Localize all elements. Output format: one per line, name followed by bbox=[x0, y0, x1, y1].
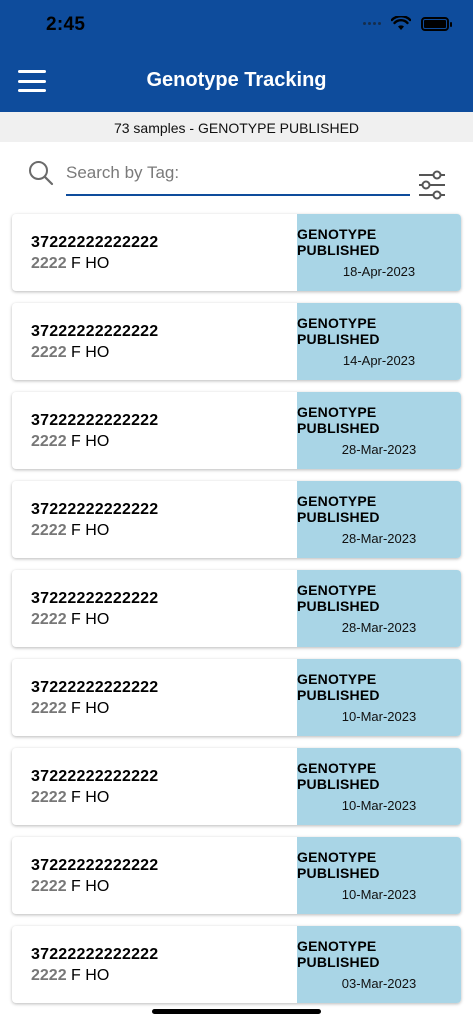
sample-tag: 37222222222222 bbox=[31, 679, 159, 696]
sample-card[interactable]: 37222222222222 2222 F HO GENOTYPE PUBLIS… bbox=[12, 214, 461, 291]
sample-card[interactable]: 37222222222222 2222 F HO GENOTYPE PUBLIS… bbox=[12, 481, 461, 558]
page-title: Genotype Tracking bbox=[146, 69, 327, 91]
sample-details: F HO bbox=[71, 700, 110, 717]
sample-info: 37222222222222 2222 F HO bbox=[12, 659, 297, 736]
sample-details: F HO bbox=[71, 255, 110, 272]
sample-card[interactable]: 37222222222222 2222 F HO GENOTYPE PUBLIS… bbox=[12, 392, 461, 469]
sample-number: 2222 bbox=[31, 611, 67, 628]
status-panel: GENOTYPE PUBLISHED 28-Mar-2023 bbox=[297, 481, 461, 558]
sample-number: 2222 bbox=[31, 255, 67, 272]
sample-number: 2222 bbox=[31, 700, 67, 717]
sample-details: F HO bbox=[71, 611, 110, 628]
status-panel: GENOTYPE PUBLISHED 10-Mar-2023 bbox=[297, 837, 461, 914]
status-panel: GENOTYPE PUBLISHED 28-Mar-2023 bbox=[297, 570, 461, 647]
status-label: GENOTYPE PUBLISHED bbox=[297, 849, 380, 881]
sample-card[interactable]: 37222222222222 2222 F HO GENOTYPE PUBLIS… bbox=[12, 748, 461, 825]
home-indicator bbox=[152, 1009, 321, 1014]
status-icons bbox=[363, 16, 452, 31]
sample-tag: 37222222222222 bbox=[31, 768, 159, 785]
status-date: 28-Mar-2023 bbox=[341, 442, 417, 457]
sample-number: 2222 bbox=[31, 433, 67, 450]
status-date: 10-Mar-2023 bbox=[341, 887, 417, 902]
sample-number: 2222 bbox=[31, 967, 67, 984]
sample-card[interactable]: 37222222222222 2222 F HO GENOTYPE PUBLIS… bbox=[12, 659, 461, 736]
sample-card[interactable]: 37222222222222 2222 F HO GENOTYPE PUBLIS… bbox=[12, 837, 461, 914]
sample-number: 2222 bbox=[31, 522, 67, 539]
status-label: GENOTYPE PUBLISHED bbox=[297, 582, 380, 614]
cellular-icon bbox=[363, 22, 381, 25]
status-date: 28-Mar-2023 bbox=[341, 531, 417, 546]
status-date: 03-Mar-2023 bbox=[341, 976, 417, 991]
search-icon bbox=[29, 161, 54, 186]
sample-details: F HO bbox=[71, 344, 110, 361]
sample-number: 2222 bbox=[31, 878, 67, 895]
sample-tag: 37222222222222 bbox=[31, 501, 159, 518]
status-panel: GENOTYPE PUBLISHED 28-Mar-2023 bbox=[297, 392, 461, 469]
sample-tag: 37222222222222 bbox=[31, 590, 159, 607]
status-panel: GENOTYPE PUBLISHED 03-Mar-2023 bbox=[297, 926, 461, 1003]
sample-tag: 37222222222222 bbox=[31, 323, 159, 340]
sample-subline: 2222 F HO bbox=[31, 967, 297, 985]
sample-count-summary: 73 samples - GENOTYPE PUBLISHED bbox=[0, 112, 473, 142]
sample-tag: 37222222222222 bbox=[31, 412, 159, 429]
status-label: GENOTYPE PUBLISHED bbox=[297, 404, 380, 436]
status-time: 2:45 bbox=[46, 14, 86, 35]
search-input[interactable] bbox=[66, 156, 410, 196]
sample-tag: 37222222222222 bbox=[31, 946, 159, 963]
app-header: 2:45 Genotype Tracking bbox=[0, 0, 473, 112]
status-date: 14-Apr-2023 bbox=[342, 353, 416, 368]
status-date: 28-Mar-2023 bbox=[341, 620, 417, 635]
sample-card[interactable]: 37222222222222 2222 F HO GENOTYPE PUBLIS… bbox=[12, 303, 461, 380]
status-label: GENOTYPE PUBLISHED bbox=[297, 315, 380, 347]
sample-details: F HO bbox=[71, 967, 110, 984]
status-label: GENOTYPE PUBLISHED bbox=[297, 226, 380, 258]
sample-info: 37222222222222 2222 F HO bbox=[12, 481, 297, 558]
sample-tag: 37222222222222 bbox=[31, 857, 159, 874]
sample-details: F HO bbox=[71, 878, 110, 895]
sample-details: F HO bbox=[71, 433, 110, 450]
sample-subline: 2222 F HO bbox=[31, 700, 297, 718]
status-panel: GENOTYPE PUBLISHED 14-Apr-2023 bbox=[297, 303, 461, 380]
sample-tag: 37222222222222 bbox=[31, 234, 159, 251]
sample-info: 37222222222222 2222 F HO bbox=[12, 570, 297, 647]
filter-sliders-icon[interactable] bbox=[416, 170, 448, 200]
status-panel: GENOTYPE PUBLISHED 10-Mar-2023 bbox=[297, 659, 461, 736]
status-date: 10-Mar-2023 bbox=[341, 798, 417, 813]
sample-info: 37222222222222 2222 F HO bbox=[12, 392, 297, 469]
status-date: 18-Apr-2023 bbox=[342, 264, 416, 279]
sample-info: 37222222222222 2222 F HO bbox=[12, 837, 297, 914]
sample-subline: 2222 F HO bbox=[31, 522, 297, 540]
status-panel: GENOTYPE PUBLISHED 10-Mar-2023 bbox=[297, 748, 461, 825]
sample-info: 37222222222222 2222 F HO bbox=[12, 303, 297, 380]
status-label: GENOTYPE PUBLISHED bbox=[297, 760, 380, 792]
status-date: 10-Mar-2023 bbox=[341, 709, 417, 724]
sample-card[interactable]: 37222222222222 2222 F HO GENOTYPE PUBLIS… bbox=[12, 570, 461, 647]
status-panel: GENOTYPE PUBLISHED 18-Apr-2023 bbox=[297, 214, 461, 291]
sample-number: 2222 bbox=[31, 344, 67, 361]
wifi-icon bbox=[391, 16, 411, 30]
sample-details: F HO bbox=[71, 789, 110, 806]
sample-subline: 2222 F HO bbox=[31, 611, 297, 629]
battery-icon bbox=[421, 16, 452, 31]
sample-subline: 2222 F HO bbox=[31, 878, 297, 896]
status-label: GENOTYPE PUBLISHED bbox=[297, 938, 380, 970]
sample-number: 2222 bbox=[31, 789, 67, 806]
sample-subline: 2222 F HO bbox=[31, 344, 297, 362]
sample-subline: 2222 F HO bbox=[31, 789, 297, 807]
status-label: GENOTYPE PUBLISHED bbox=[297, 671, 380, 703]
sample-info: 37222222222222 2222 F HO bbox=[12, 926, 297, 1003]
sample-card[interactable]: 37222222222222 2222 F HO GENOTYPE PUBLIS… bbox=[12, 926, 461, 1003]
sample-info: 37222222222222 2222 F HO bbox=[12, 214, 297, 291]
status-label: GENOTYPE PUBLISHED bbox=[297, 493, 380, 525]
sample-details: F HO bbox=[71, 522, 110, 539]
sample-subline: 2222 F HO bbox=[31, 255, 297, 273]
sample-subline: 2222 F HO bbox=[31, 433, 297, 451]
sample-info: 37222222222222 2222 F HO bbox=[12, 748, 297, 825]
